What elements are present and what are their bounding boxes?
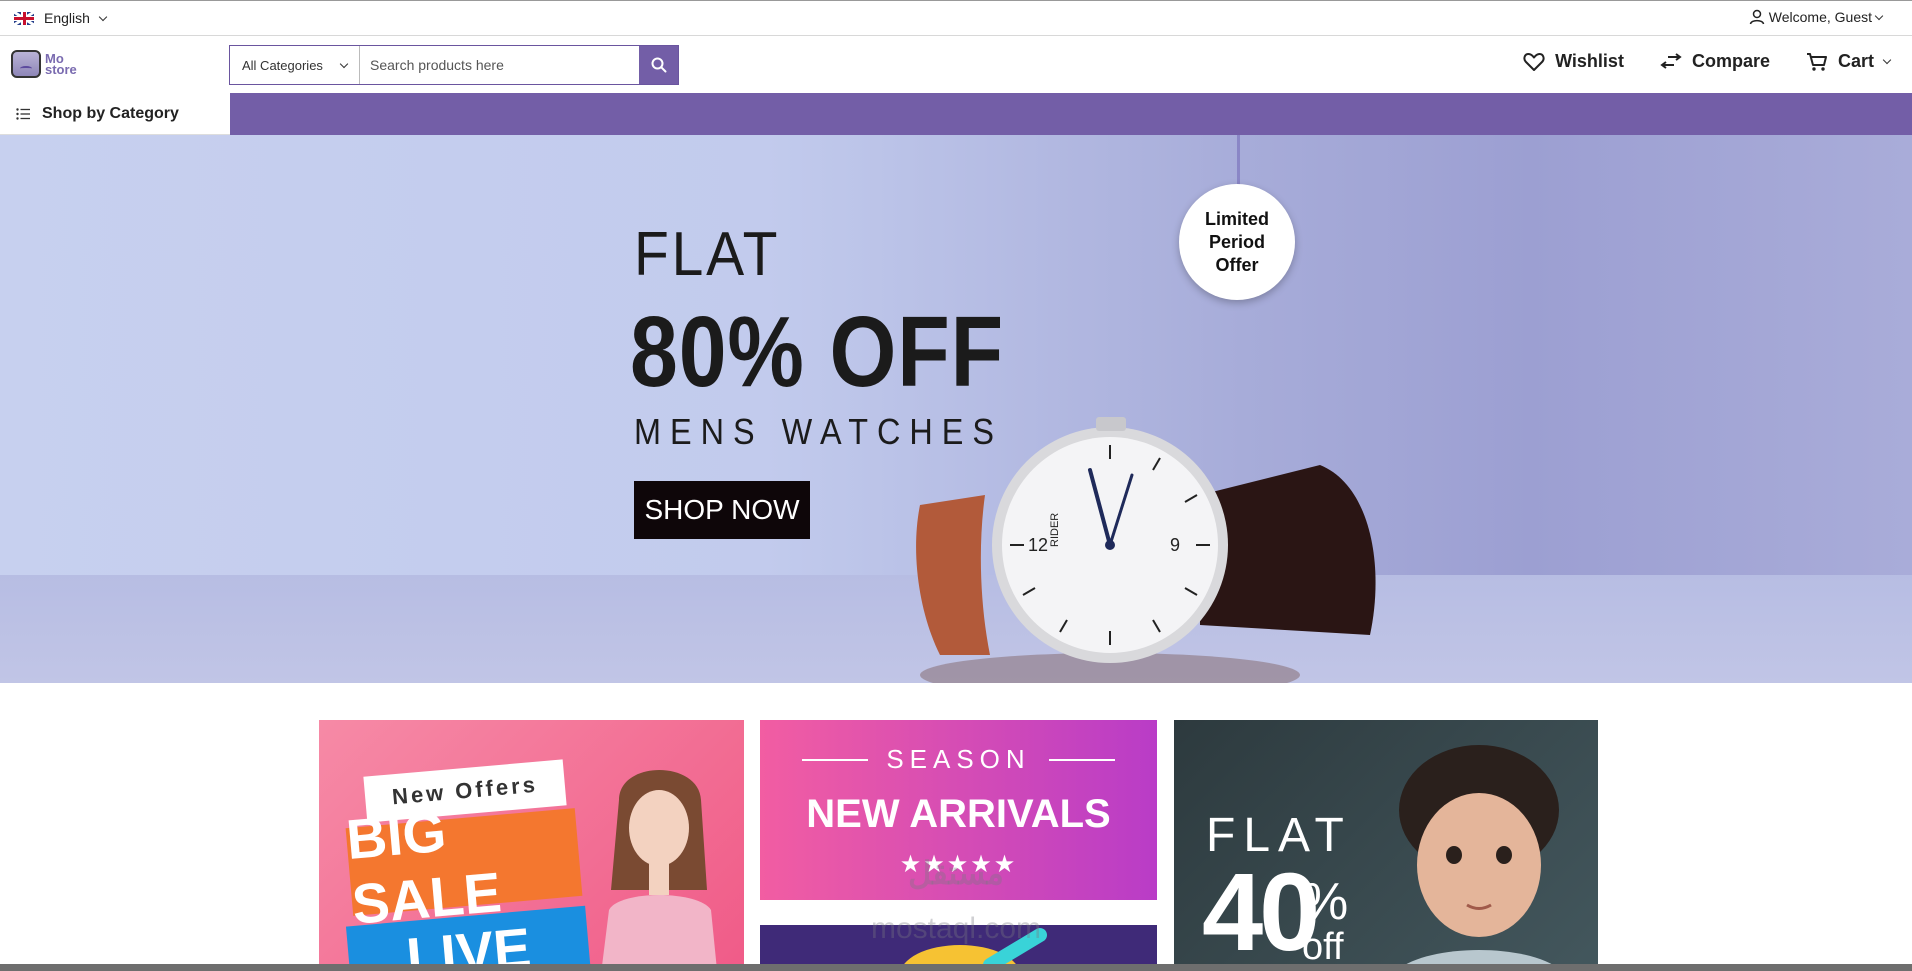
heart-icon bbox=[1523, 52, 1545, 71]
search-button[interactable] bbox=[639, 46, 678, 84]
promo-flat-40[interactable]: FLAT 40 % off bbox=[1174, 720, 1598, 971]
shop-by-category-button[interactable]: Shop by Category bbox=[0, 93, 230, 135]
account-menu[interactable]: Welcome, Guest bbox=[1749, 9, 1884, 25]
phone-logo-icon bbox=[11, 50, 41, 78]
shop-by-category-label: Shop by Category bbox=[42, 104, 179, 122]
promo-percent: % bbox=[1302, 873, 1349, 931]
shop-now-button[interactable]: SHOP NOW bbox=[634, 481, 810, 539]
cart-link[interactable]: Cart bbox=[1806, 51, 1892, 72]
horizontal-scrollbar[interactable] bbox=[0, 964, 1912, 971]
chevron-down-icon bbox=[98, 12, 108, 21]
promo-season: SEASON bbox=[760, 744, 1157, 775]
promo-big-sale[interactable]: New Offers BIG SALE LIVE bbox=[319, 720, 744, 971]
hero-banner[interactable]: FLAT 80% OFF MENS WATCHES SHOP NOW Limit… bbox=[0, 135, 1912, 683]
svg-text:12: 12 bbox=[1028, 535, 1048, 555]
welcome-label: Welcome, Guest bbox=[1768, 9, 1872, 25]
chevron-down-icon bbox=[1874, 11, 1884, 20]
promo-new-arrivals[interactable]: SEASON NEW ARRIVALS ★★★★★ bbox=[760, 720, 1157, 900]
promo-off: off bbox=[1302, 926, 1344, 968]
category-bar: Shop by Category bbox=[0, 93, 1912, 135]
hero-line-1: FLAT bbox=[634, 220, 781, 289]
compare-label: Compare bbox=[1691, 51, 1770, 71]
model-image bbox=[601, 770, 718, 971]
promo-season-label: SEASON bbox=[886, 744, 1031, 774]
watch-image: 9 12 RIDER bbox=[916, 417, 1376, 683]
page: English Welcome, Guest Mo store All Cate… bbox=[0, 0, 1912, 971]
wishlist-link[interactable]: Wishlist bbox=[1523, 51, 1624, 72]
child-image bbox=[1396, 745, 1562, 971]
search-icon bbox=[651, 57, 666, 73]
header: Mo store All Categories Wis bbox=[0, 36, 1912, 93]
limited-offer-tag: Limited Period Offer bbox=[1179, 184, 1295, 300]
chevron-down-icon bbox=[339, 59, 349, 68]
logo-text: Mo store bbox=[45, 52, 77, 77]
tag-string bbox=[1237, 135, 1240, 187]
promo-stars: ★★★★★ bbox=[899, 851, 1018, 878]
promo-new-arrivals-title: NEW ARRIVALS bbox=[806, 792, 1111, 836]
chevron-down-icon bbox=[1882, 55, 1892, 65]
language-label: English bbox=[44, 10, 90, 26]
user-icon bbox=[1749, 9, 1765, 25]
svg-text:RIDER: RIDER bbox=[1049, 513, 1061, 547]
header-nav: Wishlist Compare Cart bbox=[1523, 51, 1892, 72]
top-bar: English Welcome, Guest bbox=[0, 0, 1912, 36]
cart-label: Cart bbox=[1837, 51, 1874, 71]
category-select[interactable]: All Categories bbox=[230, 46, 360, 84]
wishlist-label: Wishlist bbox=[1555, 51, 1624, 71]
compare-icon bbox=[1660, 52, 1682, 69]
site-logo[interactable]: Mo store bbox=[11, 50, 77, 78]
search-bar: All Categories bbox=[229, 45, 679, 85]
compare-link[interactable]: Compare bbox=[1660, 51, 1770, 72]
search-input[interactable] bbox=[360, 46, 639, 84]
category-select-label: All Categories bbox=[242, 57, 323, 73]
logo-line-2: store bbox=[45, 62, 77, 77]
promo-big-sale-title: BIG SALE bbox=[344, 800, 583, 936]
cart-icon bbox=[1806, 52, 1827, 71]
uk-flag-icon bbox=[14, 11, 34, 25]
promo-40-number: 40 bbox=[1202, 851, 1320, 971]
svg-text:9: 9 bbox=[1170, 535, 1180, 555]
language-selector[interactable]: English bbox=[14, 10, 108, 26]
list-icon bbox=[16, 107, 30, 120]
